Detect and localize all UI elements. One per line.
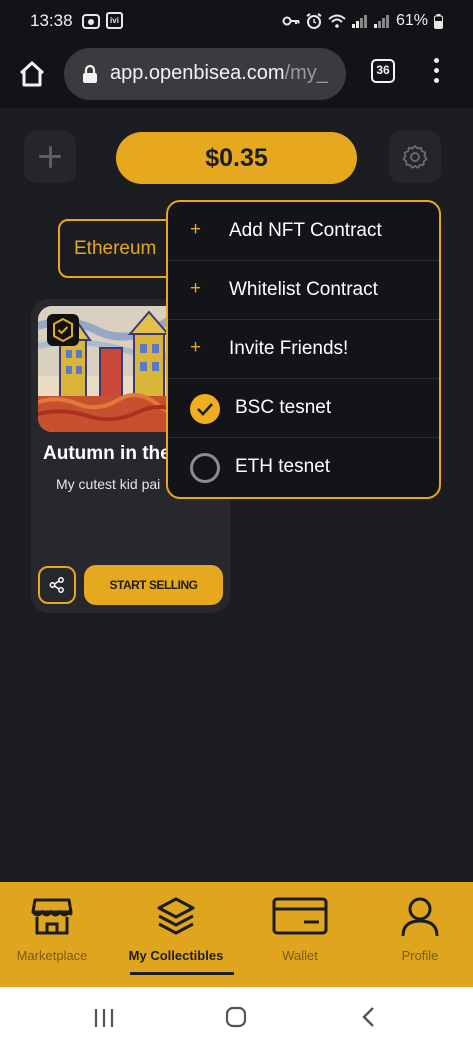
plus-icon: + bbox=[190, 337, 202, 358]
layers-icon bbox=[157, 897, 195, 935]
url-domain: app.openbisea.com bbox=[110, 62, 285, 84]
nav-profile[interactable]: Profile bbox=[370, 882, 470, 987]
menu-item-label: Add NFT Contract bbox=[229, 220, 382, 241]
battery-percent: 61% bbox=[395, 12, 428, 29]
home-icon bbox=[19, 61, 45, 87]
add-button[interactable] bbox=[24, 131, 76, 183]
ivi-notification-icon: ivi bbox=[106, 12, 123, 29]
address-bar[interactable]: app.openbisea.com/my_ bbox=[64, 48, 346, 100]
network-label: BSC tesnet bbox=[235, 397, 332, 418]
checkmark-icon bbox=[197, 403, 213, 416]
url-path: /my_ bbox=[284, 62, 328, 84]
status-bar: 13:38 ivi 61% bbox=[0, 0, 473, 44]
menu-item-label: Whitelist Contract bbox=[229, 279, 378, 300]
radio-checked-icon[interactable] bbox=[190, 394, 220, 424]
nav-label: Marketplace bbox=[16, 948, 88, 963]
nft-title: Autumn in the bbox=[43, 443, 171, 464]
network-label: ETH tesnet bbox=[235, 456, 331, 477]
verified-badge bbox=[47, 314, 79, 346]
plus-icon: + bbox=[190, 219, 202, 240]
gear-icon bbox=[402, 145, 428, 169]
recent-apps-icon[interactable] bbox=[94, 1008, 114, 1028]
key-icon bbox=[282, 16, 300, 26]
nav-label: Wallet bbox=[282, 948, 318, 963]
back-icon[interactable] bbox=[360, 1006, 376, 1028]
signal-icon-2 bbox=[373, 15, 389, 28]
signal-icon bbox=[351, 15, 367, 28]
radio-unchecked-icon[interactable] bbox=[190, 453, 220, 483]
network-option-eth-testnet[interactable]: ETH tesnet bbox=[168, 438, 439, 497]
menu-item-label: Invite Friends! bbox=[229, 338, 349, 359]
home-system-icon[interactable] bbox=[225, 1006, 247, 1028]
menu-item-invite-friends[interactable]: + Invite Friends! bbox=[168, 320, 439, 379]
verified-icon bbox=[53, 318, 73, 342]
system-navigation-bar bbox=[0, 987, 473, 1050]
plus-icon: + bbox=[190, 278, 202, 299]
browser-menu-button[interactable] bbox=[430, 58, 442, 86]
battery-icon bbox=[434, 13, 443, 29]
settings-button[interactable] bbox=[389, 131, 441, 183]
store-icon bbox=[31, 898, 73, 935]
user-icon bbox=[401, 897, 439, 937]
wallet-icon bbox=[272, 897, 328, 935]
alarm-icon bbox=[306, 13, 322, 29]
nav-wallet[interactable]: Wallet bbox=[250, 882, 350, 987]
menu-item-whitelist-contract[interactable]: + Whitelist Contract bbox=[168, 261, 439, 320]
active-tab-indicator bbox=[130, 972, 234, 975]
balance-button[interactable]: $0.35 bbox=[116, 132, 357, 184]
wifi-icon bbox=[328, 14, 346, 28]
nav-marketplace[interactable]: Marketplace bbox=[0, 882, 104, 987]
lock-icon bbox=[83, 64, 97, 83]
menu-item-add-nft-contract[interactable]: + Add NFT Contract bbox=[168, 202, 439, 261]
tab-switcher-button[interactable]: 36 bbox=[371, 59, 395, 83]
bottom-navigation: Marketplace My Collectibles Wallet Profi… bbox=[0, 882, 473, 987]
chain-selector-label: Ethereum bbox=[74, 238, 157, 259]
browser-toolbar: app.openbisea.com/my_ 36 bbox=[0, 44, 473, 108]
settings-dropdown: + Add NFT Contract + Whitelist Contract … bbox=[166, 200, 441, 499]
status-time: 13:38 bbox=[30, 11, 73, 30]
home-button[interactable] bbox=[16, 58, 48, 90]
start-selling-button[interactable]: START SELLING bbox=[84, 565, 223, 605]
nav-label: My Collectibles bbox=[128, 948, 224, 963]
nft-description: My cutest kid pai bbox=[56, 476, 161, 492]
url-text: app.openbisea.com/my_ bbox=[110, 62, 338, 85]
share-icon bbox=[49, 577, 64, 593]
app-notification-icon bbox=[82, 14, 100, 29]
network-option-bsc-testnet[interactable]: BSC tesnet bbox=[168, 379, 439, 438]
share-button[interactable] bbox=[38, 566, 76, 604]
nav-label: Profile bbox=[401, 948, 439, 963]
